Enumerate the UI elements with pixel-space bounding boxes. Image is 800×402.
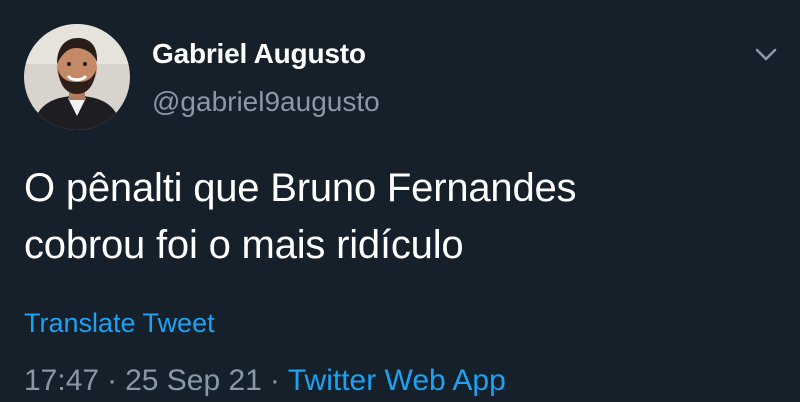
tweet-text-line: cobrou foi o mais ridículo [24, 223, 464, 267]
tweet-card: Gabriel Augusto @gabriel9augusto O pênal… [0, 0, 800, 402]
avatar[interactable] [24, 24, 130, 130]
avatar-photo [24, 24, 130, 130]
tweet-metadata: 17:47 · 25 Sep 21 · Twitter Web App [24, 364, 506, 398]
tweet-text: O pênalti que Bruno Fernandes cobrou foi… [24, 160, 764, 274]
meta-separator: · [269, 364, 280, 397]
tweet-date[interactable]: 25 Sep 21 [125, 364, 262, 397]
author-display-name[interactable]: Gabriel Augusto [152, 38, 366, 70]
tweet-source-link[interactable]: Twitter Web App [288, 364, 506, 397]
author-handle[interactable]: @gabriel9augusto [152, 86, 380, 118]
meta-separator: · [107, 364, 118, 397]
tweet-time[interactable]: 17:47 [24, 364, 99, 397]
tweet-text-line: O pênalti que Bruno Fernandes [24, 166, 577, 210]
chevron-down-icon[interactable] [752, 42, 780, 66]
translate-tweet-link[interactable]: Translate Tweet [24, 308, 215, 339]
